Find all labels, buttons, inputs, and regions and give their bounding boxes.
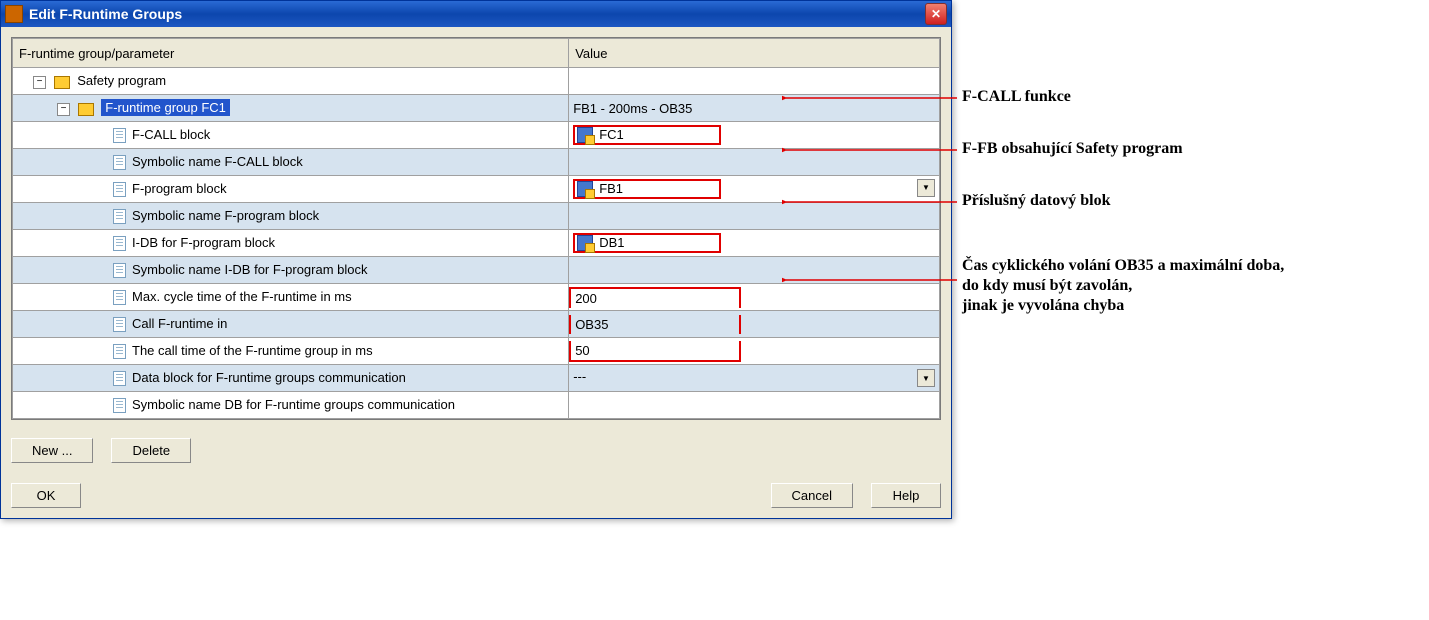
param-icon — [113, 371, 126, 386]
row-sym-idb[interactable]: Symbolic name I-DB for F-program block — [13, 257, 569, 284]
param-icon — [113, 398, 126, 413]
row-fprog-block[interactable]: F-program block — [13, 176, 569, 203]
ok-button[interactable]: OK — [11, 483, 81, 508]
cancel-button[interactable]: Cancel — [771, 483, 853, 508]
block-icon — [577, 235, 593, 251]
titlebar: Edit F-Runtime Groups ✕ — [1, 1, 951, 27]
param-icon — [113, 317, 126, 332]
param-icon — [113, 155, 126, 170]
row-maxcycle[interactable]: Max. cycle time of the F-runtime in ms — [13, 284, 569, 311]
col-header-param: F-runtime group/parameter — [13, 39, 569, 68]
grid: F-runtime group/parameter Value − Safety… — [11, 37, 941, 420]
param-icon — [113, 182, 126, 197]
tree-root[interactable]: − Safety program — [13, 68, 569, 95]
new-button[interactable]: New ... — [11, 438, 93, 463]
collapse-icon[interactable]: − — [33, 76, 46, 89]
val-sym-fprog[interactable] — [569, 203, 940, 230]
annotation-3: Příslušný datový blok — [962, 192, 1110, 210]
row-dbcomm[interactable]: Data block for F-runtime groups communic… — [13, 365, 569, 392]
dropdown-icon[interactable]: ▼ — [917, 369, 935, 387]
block-icon — [577, 181, 593, 197]
param-icon — [113, 209, 126, 224]
delete-button[interactable]: Delete — [111, 438, 191, 463]
row-calltime[interactable]: The call time of the F-runtime group in … — [13, 338, 569, 365]
param-icon — [113, 128, 126, 143]
param-icon — [113, 344, 126, 359]
row-callin[interactable]: Call F-runtime in — [13, 311, 569, 338]
val-maxcycle[interactable]: 200 — [569, 284, 940, 311]
param-icon — [113, 236, 126, 251]
row-sym-fcall[interactable]: Symbolic name F-CALL block — [13, 149, 569, 176]
param-icon — [113, 263, 126, 278]
collapse-icon[interactable]: − — [57, 103, 70, 116]
help-button[interactable]: Help — [871, 483, 941, 508]
annotation-4: Čas cyklického volání OB35 a maximální d… — [962, 256, 1284, 316]
col-header-value: Value — [569, 39, 940, 68]
val-calltime[interactable]: 50 — [569, 338, 940, 365]
annotations-panel: F-CALL funkce F-FB obsahující Safety pro… — [952, 0, 1422, 519]
annotation-1: F-CALL funkce — [962, 88, 1071, 106]
val-fcall-block[interactable]: FC1 — [569, 122, 940, 149]
row-sym-dbcomm[interactable]: Symbolic name DB for F-runtime groups co… — [13, 392, 569, 419]
dropdown-icon[interactable]: ▼ — [917, 179, 935, 197]
tree-group[interactable]: − F-runtime group FC1 — [13, 95, 569, 122]
selected-node: F-runtime group FC1 — [101, 99, 230, 116]
val-sym-dbcomm[interactable] — [569, 392, 940, 419]
row-idb[interactable]: I-DB for F-program block — [13, 230, 569, 257]
val-idb[interactable]: DB1 — [569, 230, 940, 257]
block-icon — [577, 127, 593, 143]
dialog-window: Edit F-Runtime Groups ✕ F-runtime group/… — [0, 0, 952, 519]
param-icon — [113, 290, 126, 305]
val-sym-fcall[interactable] — [569, 149, 940, 176]
group-value: FB1 - 200ms - OB35 — [569, 95, 940, 122]
val-fprog-block[interactable]: FB1▼ — [569, 176, 940, 203]
row-sym-fprog[interactable]: Symbolic name F-program block — [13, 203, 569, 230]
window-title: Edit F-Runtime Groups — [29, 6, 182, 22]
folder-icon — [54, 76, 70, 89]
folder-icon — [78, 103, 94, 116]
val-callin[interactable]: OB35 — [569, 311, 940, 338]
annotation-2: F-FB obsahující Safety program — [962, 140, 1183, 158]
val-sym-idb[interactable] — [569, 257, 940, 284]
close-icon[interactable]: ✕ — [925, 3, 947, 25]
val-dbcomm[interactable]: ---▼ — [569, 365, 940, 392]
app-icon — [5, 5, 23, 23]
row-fcall-block[interactable]: F-CALL block — [13, 122, 569, 149]
